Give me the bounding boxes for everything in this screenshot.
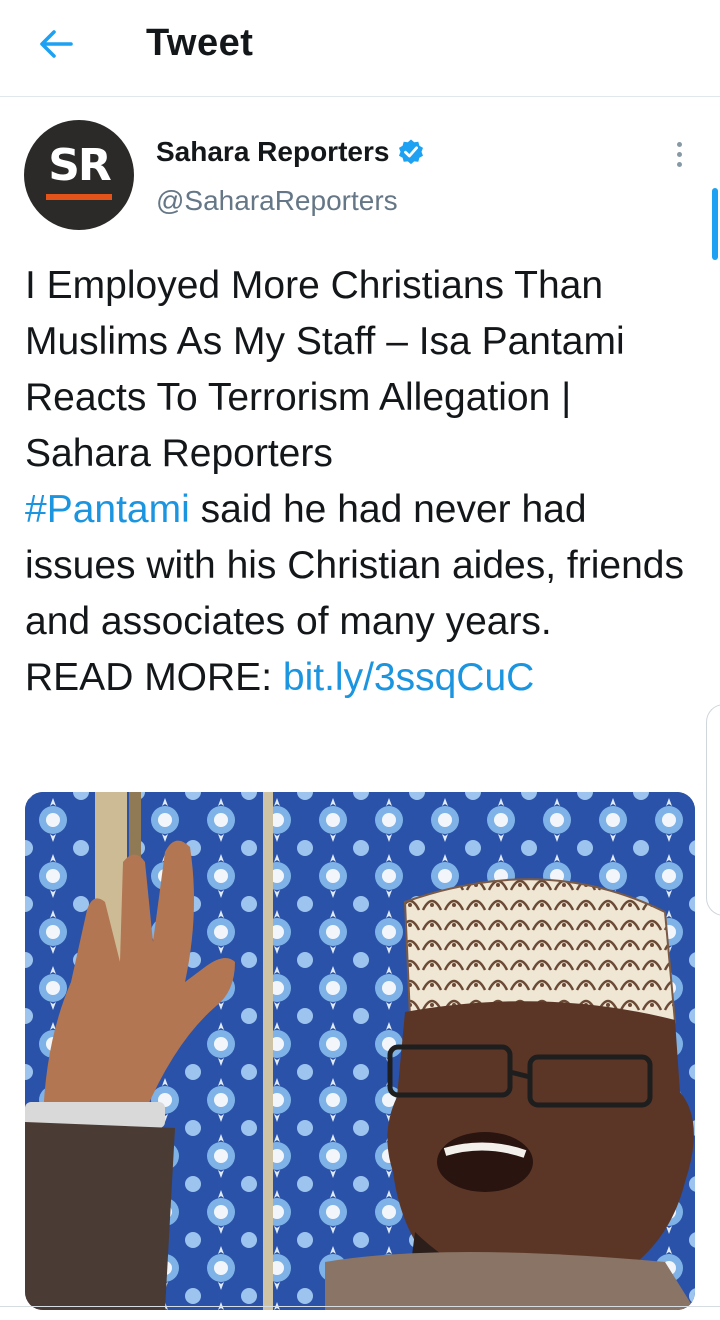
bottom-divider (0, 1306, 720, 1307)
more-dot-icon (676, 161, 682, 167)
more-options-button[interactable] (664, 136, 694, 172)
scrollbar-thumb[interactable] (712, 188, 718, 260)
tweet-photo[interactable] (25, 792, 695, 1310)
photo-illustration (25, 792, 695, 1310)
author-handle[interactable]: @SaharaReporters (156, 185, 398, 217)
tweet-body: #Pantami said he had never had issues wi… (25, 482, 695, 650)
top-bar: Tweet (0, 0, 720, 97)
tweet-headline: I Employed More Christians Than Muslims … (25, 264, 625, 475)
avatar-logo-text: SR (48, 140, 112, 191)
arrow-left-icon (40, 30, 73, 58)
more-dot-icon (676, 151, 682, 157)
edge-panel-handle[interactable] (706, 704, 720, 916)
avatar-logo-underline (46, 194, 112, 200)
verified-badge-icon (399, 139, 424, 165)
back-button[interactable] (30, 20, 82, 68)
author-name[interactable]: Sahara Reporters (156, 136, 389, 168)
read-more-link[interactable]: bit.ly/3ssqCuC (283, 656, 534, 699)
read-more-line: READ MORE: bit.ly/3ssqCuC (25, 650, 695, 706)
tweet-text: I Employed More Christians Than Muslims … (25, 258, 695, 706)
hashtag-link[interactable]: #Pantami (25, 488, 190, 531)
page-title: Tweet (146, 22, 254, 64)
author-name-row[interactable]: Sahara Reporters (156, 134, 425, 170)
avatar[interactable]: SR (24, 120, 134, 230)
more-dot-icon (676, 141, 682, 147)
read-more-label: READ MORE: (25, 656, 283, 699)
